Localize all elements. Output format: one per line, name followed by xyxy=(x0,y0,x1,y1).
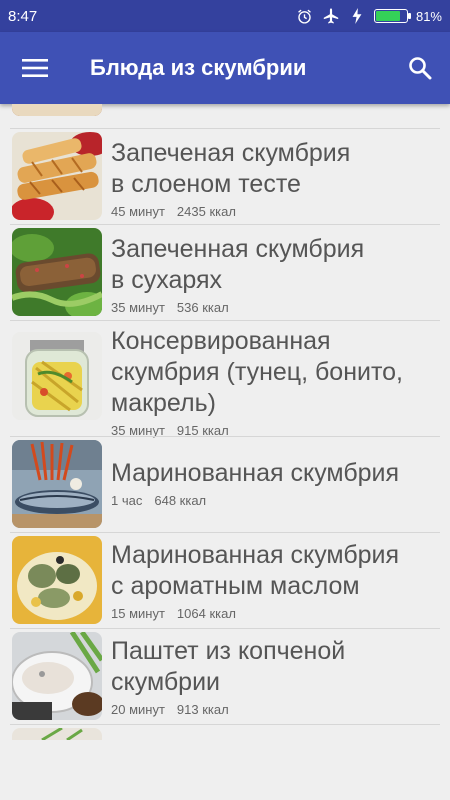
alarm-icon xyxy=(296,7,314,25)
recipe-thumbnail[interactable] xyxy=(12,228,102,316)
list-divider xyxy=(10,320,440,321)
battery-percent: 81% xyxy=(415,8,442,24)
cook-time: 35 минут xyxy=(111,300,165,315)
calories: 2435 ккал xyxy=(176,204,236,219)
recipe-title: Запеченая скумбрия в слоеном тесте xyxy=(111,139,351,198)
page-title: Блюда из скумбрии xyxy=(90,55,307,80)
charging-icon xyxy=(348,7,366,25)
battery-icon xyxy=(373,9,411,23)
cook-time: 15 минут xyxy=(111,606,165,621)
calories: 648 ккал xyxy=(154,493,207,508)
recipe-thumbnail-partial[interactable] xyxy=(12,104,102,116)
recipe-title: Консервированная скумбрия (тунец, бонито… xyxy=(111,327,404,417)
list-divider xyxy=(10,224,440,225)
app-bar: Блюда из скумбрии xyxy=(0,32,450,104)
list-divider xyxy=(10,532,440,533)
calories: 536 ккал xyxy=(176,300,229,315)
recipe-item[interactable]: Запеченая скумбрия в слоеном тесте 45 ми… xyxy=(111,138,440,219)
list-divider xyxy=(10,628,440,629)
recipe-meta: 20 минут 913 ккал xyxy=(111,702,440,717)
recipe-item[interactable]: Консервированная скумбрия (тунец, бонито… xyxy=(111,326,440,438)
recipe-title: Запеченная скумбрия в сухарях xyxy=(111,235,365,294)
recipe-thumbnail[interactable] xyxy=(12,132,102,220)
cook-time: 1 час xyxy=(111,493,143,508)
search-button[interactable] xyxy=(390,32,450,104)
menu-button[interactable] xyxy=(0,32,70,104)
list-divider xyxy=(10,724,440,725)
recipe-item[interactable]: Запеченная скумбрия в сухарях 35 минут 5… xyxy=(111,234,440,315)
recipe-meta: 1 час 648 ккал xyxy=(111,493,440,508)
airplane-icon xyxy=(322,7,340,25)
recipe-item[interactable]: Маринованная скумбрия 1 час 648 ккал xyxy=(111,458,440,508)
cook-time: 20 минут xyxy=(111,702,165,717)
cook-time: 45 минут xyxy=(111,204,165,219)
recipe-item[interactable]: Маринованная скумбрия с ароматным маслом… xyxy=(111,540,440,621)
recipe-thumbnail[interactable] xyxy=(12,440,102,528)
recipe-title: Маринованная скумбрия с ароматным маслом xyxy=(111,541,400,600)
recipe-title: Паштет из копченой скумбрии xyxy=(111,637,346,696)
status-icons: 81% xyxy=(296,7,442,25)
recipe-meta: 15 минут 1064 ккал xyxy=(111,606,440,621)
recipe-list[interactable]: Запеченая скумбрия в слоеном тесте 45 ми… xyxy=(0,104,450,800)
calories: 913 ккал xyxy=(176,702,229,717)
recipe-meta: 45 минут 2435 ккал xyxy=(111,204,440,219)
calories: 1064 ккал xyxy=(176,606,236,621)
recipe-thumbnail[interactable] xyxy=(12,536,102,624)
battery-fill xyxy=(375,11,401,21)
recipe-item[interactable]: Паштет из копченой скумбрии 20 минут 913… xyxy=(111,636,440,717)
recipe-thumbnail[interactable] xyxy=(12,632,102,720)
recipe-title: Маринованная скумбрия xyxy=(111,459,400,487)
status-time: 8:47 xyxy=(8,7,38,25)
recipe-thumbnail[interactable] xyxy=(12,332,102,420)
menu-icon xyxy=(22,59,48,77)
recipe-meta: 35 минут 536 ккал xyxy=(111,300,440,315)
list-divider xyxy=(10,436,440,437)
recipe-thumbnail-partial[interactable] xyxy=(12,728,102,740)
search-icon xyxy=(409,57,432,80)
status-bar: 8:47 81% xyxy=(0,0,450,32)
list-divider xyxy=(10,128,440,129)
